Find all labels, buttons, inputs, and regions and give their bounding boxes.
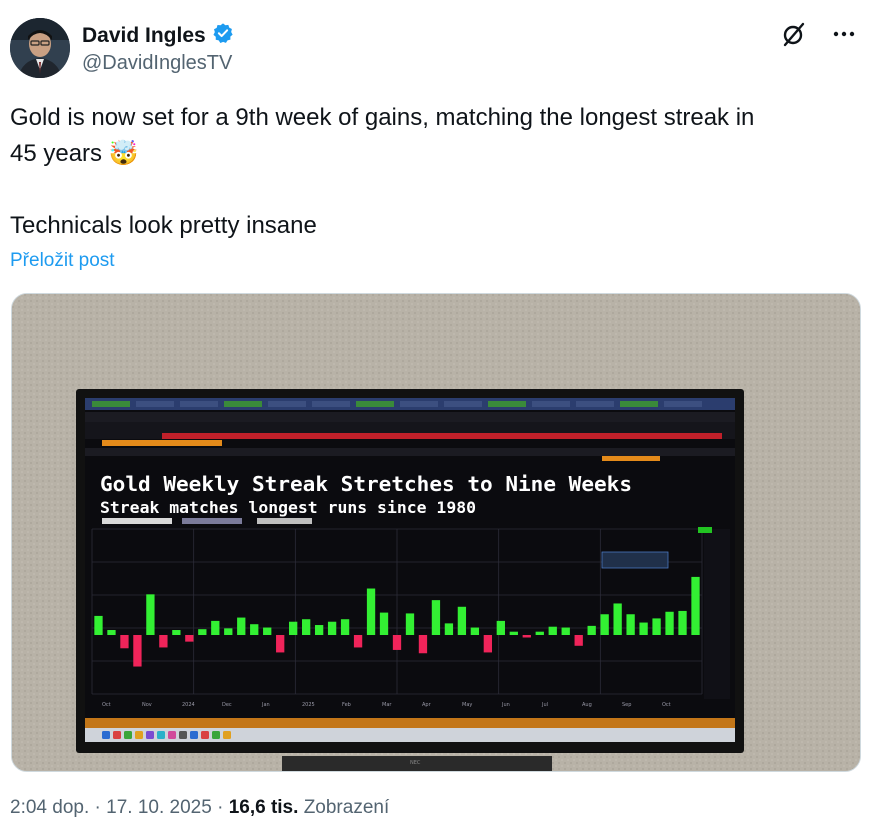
chart-bar: [146, 594, 155, 635]
svg-text:NEC: NEC: [410, 760, 421, 766]
meta-separator: ·: [94, 797, 107, 818]
chart-bar: [626, 614, 635, 635]
chart-bar: [366, 588, 376, 635]
chart-bar: [224, 628, 233, 635]
tweet-text: Gold is now set for a 9th week of gains,…: [10, 100, 850, 244]
tweet-time[interactable]: 2:04 dop.: [10, 797, 89, 818]
chart-bar: [639, 622, 648, 635]
chart-bar: [444, 623, 454, 635]
chart-bar: [600, 614, 609, 635]
chart-bar: [289, 621, 298, 635]
chart-bar: [120, 635, 129, 649]
chart-x-label: 2024: [182, 702, 195, 708]
chart-bar: [301, 619, 311, 635]
exploding-head-emoji: 🤯: [108, 140, 139, 167]
chart-bar: [509, 631, 518, 635]
author-handle[interactable]: @DavidInglesTV: [82, 52, 232, 75]
chart-bar: [613, 603, 622, 635]
chart-bar: [353, 635, 363, 648]
meta-separator: ·: [217, 797, 229, 818]
chart-x-label: Oct: [662, 702, 671, 708]
tweet-line-3: Technicals look pretty insane: [10, 212, 317, 239]
tv-photo: Gold Weekly Streak Stretches to Nine Wee…: [12, 294, 860, 771]
chart-bar: [587, 625, 596, 635]
chart-x-label: Jan: [261, 702, 270, 708]
chart-bar: [574, 635, 583, 646]
chart-title: Gold Weekly Streak Stretches to Nine Wee…: [100, 472, 632, 496]
chart-bar: [665, 611, 674, 635]
chart-bar: [535, 631, 544, 635]
tweet-date[interactable]: 17. 10. 2025: [106, 797, 212, 818]
views-label: Zobrazení: [303, 797, 390, 818]
chart-subtitle: Streak matches longest runs since 1980: [100, 498, 476, 517]
tweet-line-1: Gold is now set for a 9th week of gains,…: [10, 104, 755, 131]
chart-x-label: Jul: [541, 702, 548, 708]
chart-bar: [483, 635, 493, 653]
more-options-icon[interactable]: [830, 20, 858, 48]
chart-x-label: Jun: [501, 702, 510, 708]
chart-bar: [652, 618, 661, 635]
chart-x-label: May: [462, 702, 472, 708]
chart-bar: [185, 635, 194, 642]
chart-bar: [237, 617, 246, 635]
chart-bar: [340, 619, 350, 635]
chart-bar: [314, 625, 324, 635]
tweet-media-photo[interactable]: Gold Weekly Streak Stretches to Nine Wee…: [11, 293, 861, 772]
chart-x-label: Apr: [422, 702, 432, 708]
chart-bar: [548, 626, 557, 635]
chart-x-label: Aug: [582, 702, 592, 708]
chart-bar: [159, 635, 168, 648]
chart-bar: [107, 630, 116, 635]
chart-x-label: Oct: [102, 702, 111, 708]
chart-bar: [392, 635, 402, 650]
chart-bar: [678, 610, 687, 635]
chart-bar: [470, 627, 480, 635]
chart-bar: [211, 620, 220, 635]
translate-post-link[interactable]: Přeložit post: [10, 250, 115, 272]
tweet-meta: 2:04 dop. · 17. 10. 2025 · 16,6 tis. Zob…: [10, 797, 389, 819]
chart-bar: [263, 627, 272, 635]
grok-icon[interactable]: [780, 20, 808, 48]
author-name[interactable]: David Ingles: [82, 24, 206, 48]
chart-bar: [418, 635, 428, 654]
chart-bar: [522, 635, 531, 638]
chart-bar: [198, 629, 207, 635]
chart-bar: [94, 615, 103, 635]
chart-x-label: 2025: [302, 702, 315, 708]
chart-bar: [457, 606, 467, 635]
chart-x-label: Mar: [382, 702, 392, 708]
chart-x-label: Feb: [342, 702, 351, 708]
chart-bar: [561, 627, 570, 635]
chart-x-label: Nov: [142, 702, 152, 708]
chart-bar: [133, 635, 142, 667]
chart-x-label: Sep: [622, 702, 631, 708]
chart-bar: [496, 620, 505, 635]
verified-badge-icon: [212, 22, 234, 49]
tweet-line-2: 45 years: [10, 140, 103, 167]
chart-bar: [250, 624, 259, 635]
chart-bar: [691, 576, 700, 635]
chart-bar: [327, 621, 337, 635]
views-count: 16,6 tis.: [228, 797, 299, 818]
chart-bar: [172, 630, 181, 635]
chart-bar: [431, 600, 441, 635]
chart-bar: [276, 635, 285, 653]
chart-bar: [379, 612, 389, 635]
avatar[interactable]: [10, 18, 70, 78]
chart-x-label: Dec: [222, 702, 232, 708]
chart-bar: [405, 613, 415, 635]
